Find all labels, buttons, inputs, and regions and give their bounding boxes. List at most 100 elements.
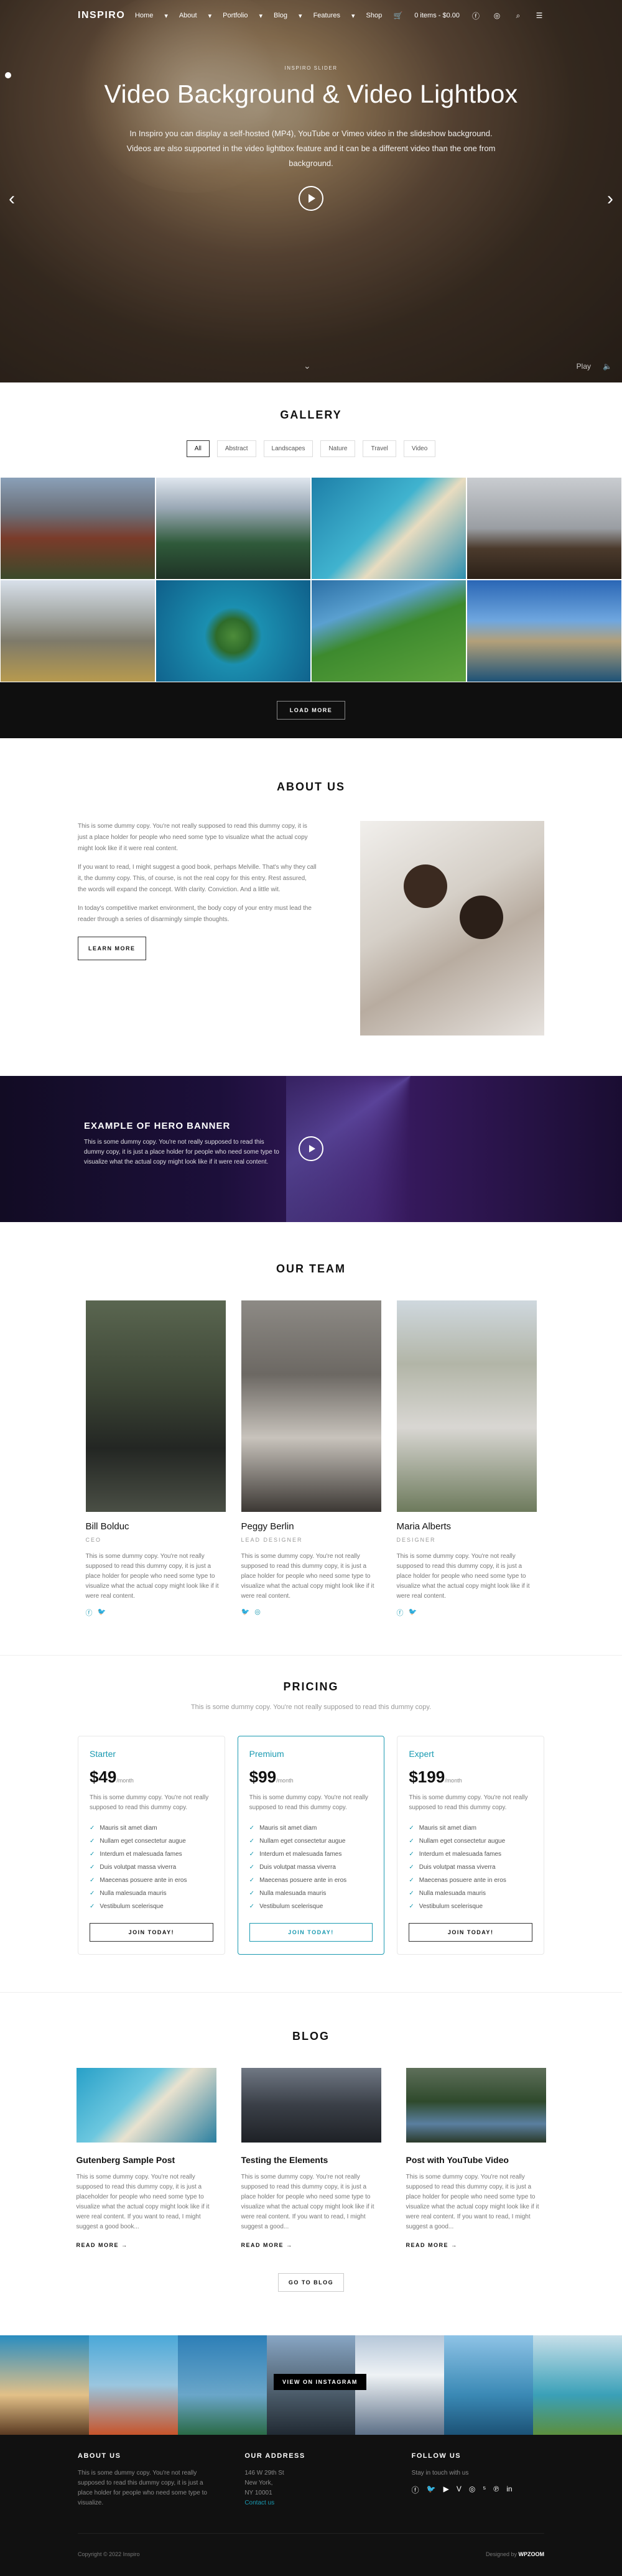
team-section: OUR TEAM Bill Bolduc CEO This is some du… [0,1222,622,1655]
gallery-image[interactable] [311,477,466,580]
plan-amount: $199 [409,1768,445,1786]
site-logo[interactable]: INSPIRO [78,10,135,21]
search-icon[interactable]: ⌕ [513,11,523,21]
member-photo [85,1300,226,1512]
read-more-link[interactable]: READ MORE → [77,2242,216,2248]
cart-icon[interactable]: 🛒 [393,11,403,21]
filter-travel[interactable]: Travel [363,440,396,457]
twitter-icon[interactable]: 🐦 [409,1608,417,1618]
member-role: DESIGNER [396,1537,436,1543]
plan-feature: Maecenas posuere ante in eros [90,1874,213,1887]
join-button[interactable]: JOIN TODAY! [409,1923,533,1942]
gallery-image[interactable] [466,477,622,580]
facebook-icon[interactable]: ⓕ [471,11,481,21]
footer-address-title: OUR ADDRESS [244,2452,305,2460]
menu-icon[interactable]: ☰ [534,11,544,21]
instagram-image[interactable] [177,2335,267,2435]
plan-features: Mauris sit amet diam Nullam eget consect… [249,1822,373,1913]
plan-feature: Mauris sit amet diam [409,1822,532,1835]
vimeo-icon[interactable]: V [457,2485,462,2495]
gallery-section: GALLERY All Abstract Landscapes Nature T… [0,382,622,738]
facebook-icon[interactable]: ⓕ [86,1608,93,1618]
cart-summary[interactable]: 0 items - $0.00 [414,12,460,19]
instagram-icon[interactable]: ◎ [254,1608,261,1616]
slider-prev-arrow-icon[interactable]: ‹ [9,190,15,208]
500px-icon[interactable]: ⁵ [483,2485,486,2495]
scroll-down-icon[interactable]: ⌄ [304,361,311,371]
team-member: Peggy Berlin LEAD DESIGNER This is some … [241,1300,381,1618]
member-socials: 🐦 ◎ [241,1608,381,1616]
chevron-down-icon: ▾ [208,12,212,20]
filter-nature[interactable]: Nature [320,440,356,457]
slider-next-arrow-icon[interactable]: › [607,190,613,208]
plan-card-premium: Premium $99/month This is some dummy cop… [237,1736,385,1955]
go-to-blog-button[interactable]: GO TO BLOG [277,2273,345,2292]
post-thumbnail[interactable] [241,2068,381,2143]
post-thumbnail[interactable] [76,2068,216,2143]
hero-banner: EXAMPLE OF HERO BANNER This is some dumm… [0,1076,622,1222]
plan-card-expert: Expert $199/month This is some dummy cop… [397,1736,545,1955]
blog-title: BLOG [292,2030,330,2042]
gallery-image[interactable] [156,477,311,580]
load-more-button[interactable]: LOAD MORE [276,701,346,720]
instagram-image[interactable] [533,2335,622,2435]
gallery-image[interactable] [466,580,622,682]
post-title[interactable]: Post with YouTube Video [406,2155,546,2165]
youtube-icon[interactable]: ▶ [443,2485,449,2495]
gallery-image[interactable] [311,580,466,682]
nav-features[interactable]: Features [313,12,340,19]
instagram-image[interactable] [0,2335,89,2435]
about-photo [360,821,544,1035]
read-more-link[interactable]: READ MORE → [241,2242,381,2248]
nav-shop[interactable]: Shop [366,12,383,19]
contact-link[interactable]: Contact us [244,2498,377,2508]
post-title[interactable]: Testing the Elements [241,2155,381,2165]
plan-feature: Maecenas posuere ante in eros [249,1874,373,1887]
nav-portfolio[interactable]: Portfolio [223,12,248,19]
filter-landscapes[interactable]: Landscapes [263,440,313,457]
gallery-image[interactable] [0,580,156,682]
filter-video[interactable]: Video [403,440,436,457]
post-title[interactable]: Gutenberg Sample Post [77,2155,216,2165]
twitter-icon[interactable]: 🐦 [427,2485,436,2495]
filter-all[interactable]: All [186,440,210,457]
plan-features: Mauris sit amet diam Nullam eget consect… [90,1822,213,1913]
footer-follow-text: Stay in touch with us [411,2470,469,2476]
filter-abstract[interactable]: Abstract [216,440,256,457]
designer-link[interactable]: WPZOOM [519,2551,545,2557]
mute-icon[interactable]: 🔈 [603,362,612,371]
instagram-icon[interactable]: ◎ [492,11,502,21]
gallery-image[interactable] [0,477,156,580]
linkedin-icon[interactable]: in [506,2485,512,2495]
banner-play-button[interactable] [299,1136,323,1161]
instagram-image[interactable] [88,2335,178,2435]
instagram-image[interactable] [355,2335,445,2435]
twitter-icon[interactable]: 🐦 [98,1608,106,1618]
footer-about-text: This is some dummy copy. You're not real… [78,2470,207,2506]
address-line: New York, [244,2480,273,2486]
join-button[interactable]: JOIN TODAY! [90,1923,213,1942]
nav-home[interactable]: Home [135,12,153,19]
read-more-link[interactable]: READ MORE → [406,2242,546,2248]
video-lightbox-play-button[interactable] [299,186,323,211]
twitter-icon[interactable]: 🐦 [241,1608,250,1616]
facebook-icon[interactable]: ⓕ [397,1608,404,1618]
instagram-image[interactable] [444,2335,534,2435]
facebook-icon[interactable]: ⓕ [412,2485,419,2495]
plan-period: /month [276,1777,294,1784]
nav-about[interactable]: About [179,12,197,19]
pinterest-icon[interactable]: ℗ [493,2485,499,2495]
post-thumbnail[interactable] [406,2068,546,2143]
video-play-toggle[interactable]: Play [577,362,591,371]
join-button[interactable]: JOIN TODAY! [249,1923,373,1942]
view-on-instagram-button[interactable]: VIEW ON INSTAGRAM [274,2374,366,2390]
member-socials: ⓕ 🐦 [86,1608,226,1618]
nav-blog[interactable]: Blog [274,12,287,19]
about-paragraph: In today's competitive market environmen… [78,905,312,923]
plan-feature: Duis volutpat massa viverra [409,1861,532,1874]
learn-more-button[interactable]: LEARN MORE [78,937,146,960]
gallery-image[interactable] [156,580,311,682]
plan-feature: Interdum et malesuada fames [409,1848,532,1861]
instagram-icon[interactable]: ◎ [469,2485,475,2495]
banner-text: This is some dummy copy. You're not real… [84,1139,279,1165]
